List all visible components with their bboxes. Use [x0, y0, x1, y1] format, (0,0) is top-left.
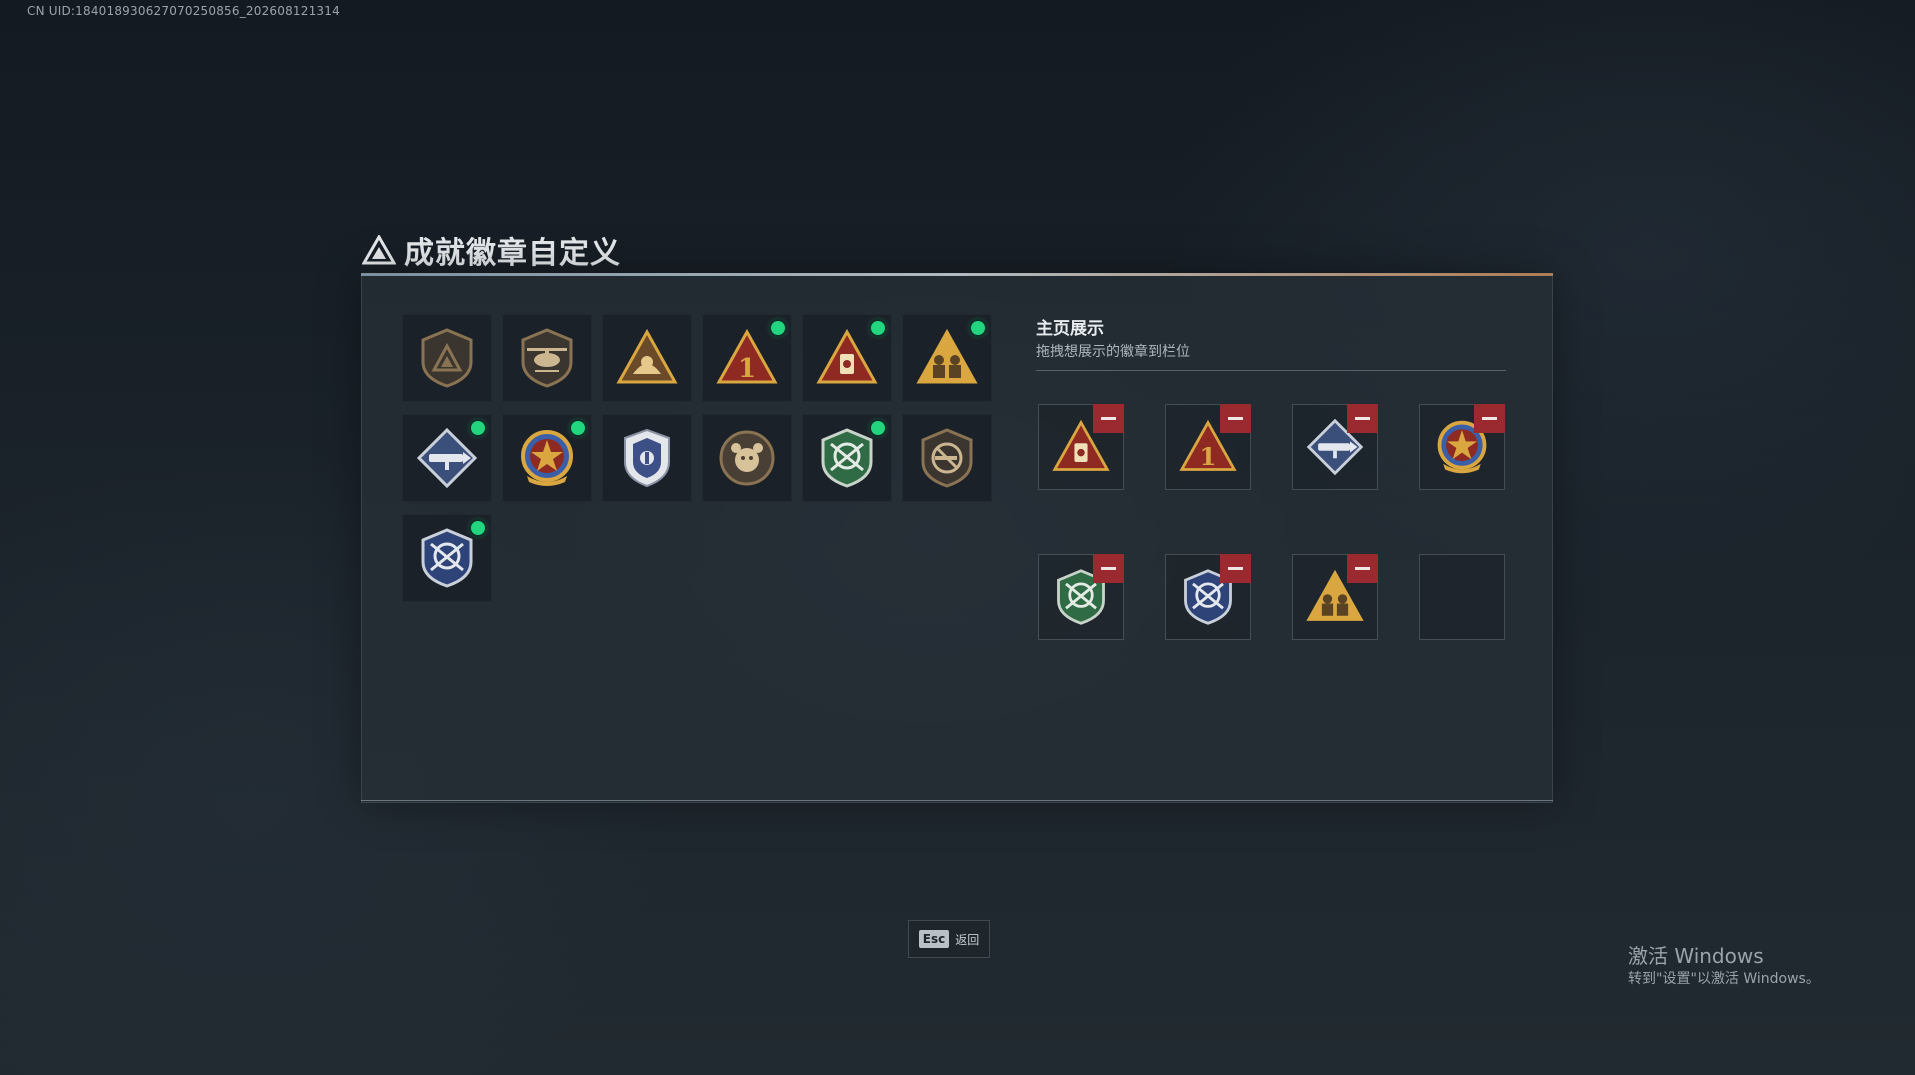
showcase-slot[interactable] [1038, 404, 1124, 490]
badge-cell[interactable] [802, 414, 892, 502]
new-badge-indicator [971, 321, 985, 335]
remove-badge-button[interactable] [1093, 404, 1124, 433]
police-shield-badge-icon [624, 428, 670, 488]
showcase-title: 主页展示 [1036, 319, 1104, 339]
uid-watermark: CN UID:18401893062707025085​6_2026081213… [27, 4, 340, 18]
showcase-subtitle: 拖拽想展示的徽章到栏位 [1036, 344, 1190, 360]
badge-cell[interactable] [602, 314, 692, 402]
minus-icon [1101, 417, 1116, 420]
showcase-slot[interactable] [1292, 554, 1378, 640]
new-badge-indicator [571, 421, 585, 435]
badge-cell[interactable] [702, 414, 792, 502]
remove-badge-button[interactable] [1093, 554, 1124, 583]
badge-cell[interactable]: 1 [702, 314, 792, 402]
remove-badge-button[interactable] [1347, 404, 1378, 433]
badge-cell[interactable] [902, 414, 992, 502]
minus-icon [1482, 417, 1497, 420]
number-one-triangle-badge-icon: 1 [716, 328, 778, 384]
showcase-slot[interactable] [1165, 554, 1251, 640]
badge-cell[interactable] [502, 314, 592, 402]
hands-triangle-badge-icon [616, 328, 678, 384]
showcase-slot[interactable] [1038, 554, 1124, 640]
remove-badge-button[interactable] [1474, 404, 1505, 433]
lantern-triangle-badge-icon [816, 328, 878, 384]
showcase-divider [1036, 370, 1506, 371]
windows-activation-title: 激活 Windows [1628, 944, 1764, 968]
badge-cell[interactable] [902, 314, 992, 402]
minus-icon [1228, 567, 1243, 570]
achievement-triangle-icon [362, 235, 396, 265]
new-badge-indicator [771, 321, 785, 335]
showcase-slot[interactable]: 1 [1165, 404, 1251, 490]
badge-cell[interactable] [502, 414, 592, 502]
showcase-slot[interactable] [1292, 404, 1378, 490]
remove-badge-button[interactable] [1220, 554, 1251, 583]
page-title: 成就徽章自定义 [404, 236, 621, 271]
new-badge-indicator [871, 321, 885, 335]
remove-badge-button[interactable] [1220, 404, 1251, 433]
no-gun-shield-badge-icon [921, 428, 973, 488]
badge-cell[interactable] [402, 314, 492, 402]
badge-cell[interactable] [802, 314, 892, 402]
badge-cell[interactable] [402, 514, 492, 602]
panel-top-border [361, 273, 1553, 276]
bear-round-badge-icon [719, 430, 775, 486]
svg-text:1: 1 [738, 354, 756, 384]
helicopter-badge-icon [521, 328, 573, 388]
new-badge-indicator [471, 421, 485, 435]
minus-icon [1355, 567, 1370, 570]
esc-key-hint: Esc [918, 930, 950, 948]
showcase-slot-empty[interactable] [1419, 554, 1505, 640]
rifles-green-shield-badge-icon [821, 428, 873, 488]
windows-activation-subtitle: 转到"设置"以激活 Windows。 [1628, 971, 1820, 987]
panel-bottom-border [361, 800, 1553, 801]
back-button[interactable]: Esc 返回 [908, 920, 990, 958]
minus-icon [1355, 417, 1370, 420]
page-header: 成就徽章自定义 [362, 228, 621, 272]
minus-icon [1101, 567, 1116, 570]
soldiers-triangle-badge-icon [916, 328, 978, 384]
shield-triangle-badge-icon [421, 328, 473, 388]
rifles-blue-shield-badge-icon [421, 528, 473, 588]
rocket-launcher-diamond-badge-icon [416, 427, 478, 489]
svg-text:1: 1 [1200, 442, 1217, 471]
badge-cell[interactable] [402, 414, 492, 502]
remove-badge-button[interactable] [1347, 554, 1378, 583]
new-badge-indicator [871, 421, 885, 435]
minus-icon [1228, 417, 1243, 420]
back-label: 返回 [955, 932, 980, 947]
badge-cell[interactable] [602, 414, 692, 502]
new-badge-indicator [471, 521, 485, 535]
star-emblem-badge-icon [521, 430, 573, 486]
showcase-slot[interactable] [1419, 404, 1505, 490]
